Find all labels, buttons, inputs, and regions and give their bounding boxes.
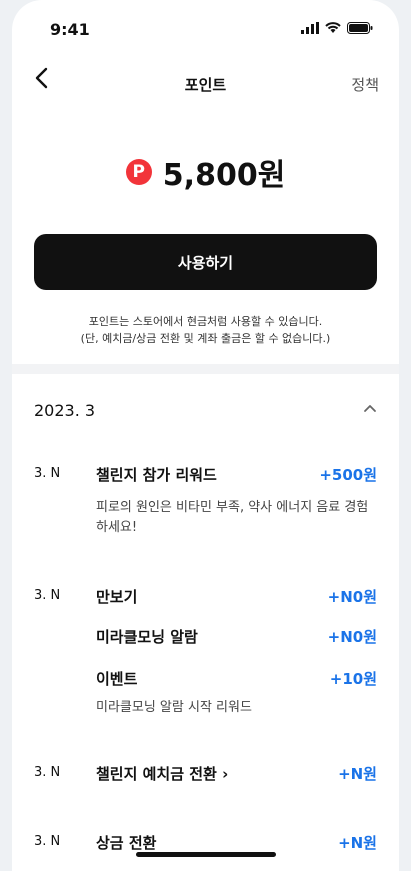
history-date: 3. N xyxy=(34,466,61,481)
history-label: 상금 전환 xyxy=(96,834,157,852)
battery-icon xyxy=(347,22,373,34)
history-label: 챌린지 예치금 전환 › xyxy=(96,765,229,783)
history-value: +N원 xyxy=(338,765,377,783)
points-badge-icon: P xyxy=(125,159,152,185)
status-icons xyxy=(301,22,373,34)
history-value: +N0원 xyxy=(327,588,377,606)
history-label: 미라클모닝 알람 xyxy=(96,628,198,646)
status-time: 9:41 xyxy=(50,20,90,39)
month-header: 2023. 3 xyxy=(34,401,96,420)
history-desc: 미라클모닝 알람 시작 리워드 xyxy=(96,700,252,715)
wifi-icon xyxy=(325,22,341,33)
nav-bar: 포인트 정책 xyxy=(12,58,399,108)
history-label: 이벤트 xyxy=(96,670,138,688)
chevron-up-icon xyxy=(364,405,376,412)
history-date: 3. N xyxy=(34,588,61,603)
phone-screen: 9:41 포인트 정책 P 5,800원 사용하기 포인트는 스토어에서 현금처… xyxy=(12,0,399,871)
points-amount: 5,800원 xyxy=(162,158,286,193)
status-bar: 9:41 xyxy=(12,0,399,60)
history-desc: 피로의 원인은 비타민 부족, 약사 에너지 음료 경험하세요! xyxy=(96,500,369,535)
history-value: +500원 xyxy=(319,466,377,484)
home-indicator[interactable] xyxy=(135,852,276,857)
points-notice: 포인트는 스토어에서 현금처럼 사용할 수 있습니다. (단, 예치금/상금 전… xyxy=(12,313,399,347)
history-date: 3. N xyxy=(34,765,61,780)
section-divider xyxy=(12,364,399,374)
history-label: 챌린지 참가 리워드 xyxy=(96,466,217,484)
history-value: +N원 xyxy=(338,834,377,852)
history-value: +10원 xyxy=(329,670,377,688)
page-title: 포인트 xyxy=(184,76,227,94)
use-points-button[interactable]: 사용하기 xyxy=(34,234,377,290)
notice-line-1: 포인트는 스토어에서 현금처럼 사용할 수 있습니다. xyxy=(88,315,323,328)
policy-link[interactable]: 정책 xyxy=(351,74,379,95)
collapse-toggle[interactable] xyxy=(363,398,377,417)
history-value: +N0원 xyxy=(327,628,377,646)
notice-line-2: (단, 예치금/상금 전환 및 계좌 출금은 할 수 없습니다.) xyxy=(80,332,331,345)
points-balance: P 5,800원 xyxy=(12,150,399,194)
history-label: 만보기 xyxy=(96,588,138,606)
history-date: 3. N xyxy=(34,834,61,849)
signal-icon xyxy=(301,22,319,34)
